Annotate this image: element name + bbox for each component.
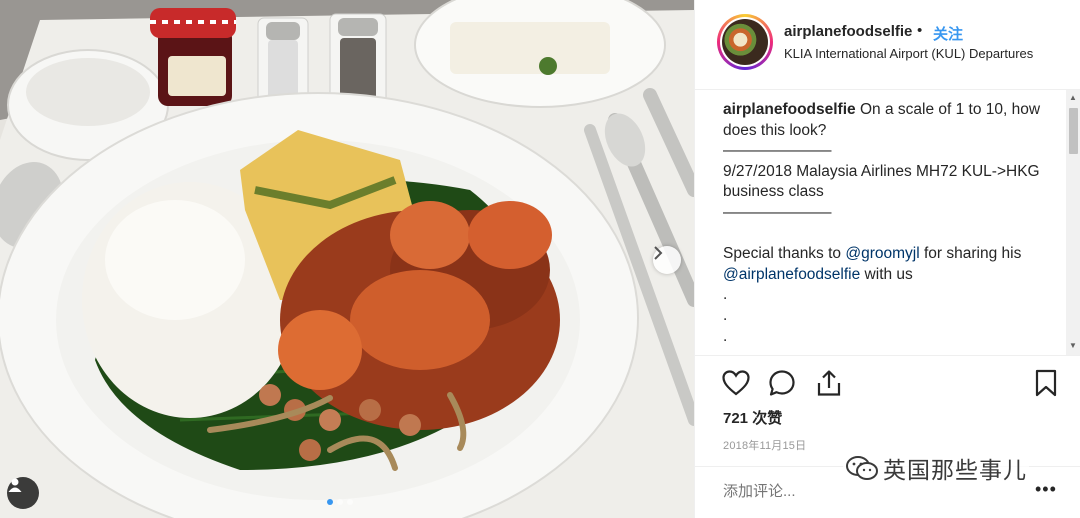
scroll-down-arrow-icon[interactable]: ▼ — [1069, 341, 1077, 350]
chevron-right-icon — [654, 246, 663, 260]
watermark: 英国那些事儿 — [843, 451, 1029, 485]
comment-button[interactable] — [767, 368, 797, 398]
meal-image — [0, 0, 694, 518]
scrollbar-thumb[interactable] — [1069, 108, 1078, 154]
comment-icon — [769, 370, 795, 396]
share-icon — [817, 370, 841, 396]
caption-thanks-suffix: with us — [860, 265, 913, 283]
caption-dot: . — [723, 306, 728, 324]
more-options-button[interactable]: ••• — [1035, 479, 1057, 500]
post-photo[interactable] — [0, 0, 694, 518]
caption-rule: ——————— — [723, 203, 832, 221]
post-header: airplanefoodselfie • 关注 KLIA Internation… — [695, 0, 1080, 90]
carousel-dot — [347, 499, 353, 505]
carousel-dot — [327, 499, 333, 505]
caption-thanks: Special thanks to @groomyjl for sharing … — [723, 244, 1059, 285]
like-count[interactable]: 721 次赞 — [723, 407, 782, 428]
like-button[interactable] — [721, 368, 751, 398]
avatar-image — [722, 19, 768, 65]
caption: airplanefoodselfie On a scale of 1 to 10… — [723, 100, 1059, 352]
wechat-logo-icon — [846, 456, 878, 480]
carousel-dot — [337, 499, 343, 505]
caption-scrollbar[interactable]: ▲ ▼ — [1066, 90, 1080, 355]
header-separator: • — [917, 22, 923, 39]
caption-rule: ——————— — [723, 142, 832, 160]
follow-button[interactable]: 关注 — [933, 23, 963, 44]
mention-link[interactable]: @airplanefoodselfie — [723, 266, 860, 283]
post-date: 2018年11月15日 — [723, 440, 807, 452]
carousel-next-button[interactable] — [653, 246, 681, 274]
carousel-indicator — [327, 499, 353, 505]
caption-dot: . — [723, 286, 728, 304]
caption-author-link[interactable]: airplanefoodselfie — [723, 101, 856, 118]
caption-dot: . — [723, 347, 1059, 352]
person-tag-icon — [8, 478, 22, 492]
comment-input[interactable] — [723, 483, 1023, 500]
share-button[interactable] — [814, 368, 844, 398]
post-actions: 721 次赞 2018年11月15日 ••• 英国那些事儿 — [695, 355, 1080, 518]
bookmark-icon — [1035, 369, 1057, 397]
post-side-panel: airplanefoodselfie • 关注 KLIA Internation… — [694, 0, 1080, 518]
caption-dot: . — [723, 327, 728, 345]
mention-link[interactable]: @groomyjl — [845, 245, 919, 262]
location-link[interactable]: KLIA International Airport (KUL) Departu… — [784, 46, 1033, 61]
save-button[interactable] — [1031, 368, 1061, 398]
caption-first-line: airplanefoodselfie On a scale of 1 to 10… — [723, 100, 1059, 141]
caption-flight: 9/27/2018 Malaysia Airlines MH72 KUL->HK… — [723, 162, 1040, 201]
caption-thanks-mid: for sharing his — [919, 245, 1022, 263]
tagged-people-button[interactable] — [7, 477, 39, 509]
caption-thanks-prefix: Special thanks to — [723, 245, 846, 263]
username-link[interactable]: airplanefoodselfie — [784, 23, 912, 40]
scroll-up-arrow-icon[interactable]: ▲ — [1069, 93, 1077, 102]
avatar[interactable] — [717, 14, 773, 70]
watermark-text: 英国那些事儿 — [883, 457, 1027, 483]
heart-icon — [722, 370, 750, 396]
